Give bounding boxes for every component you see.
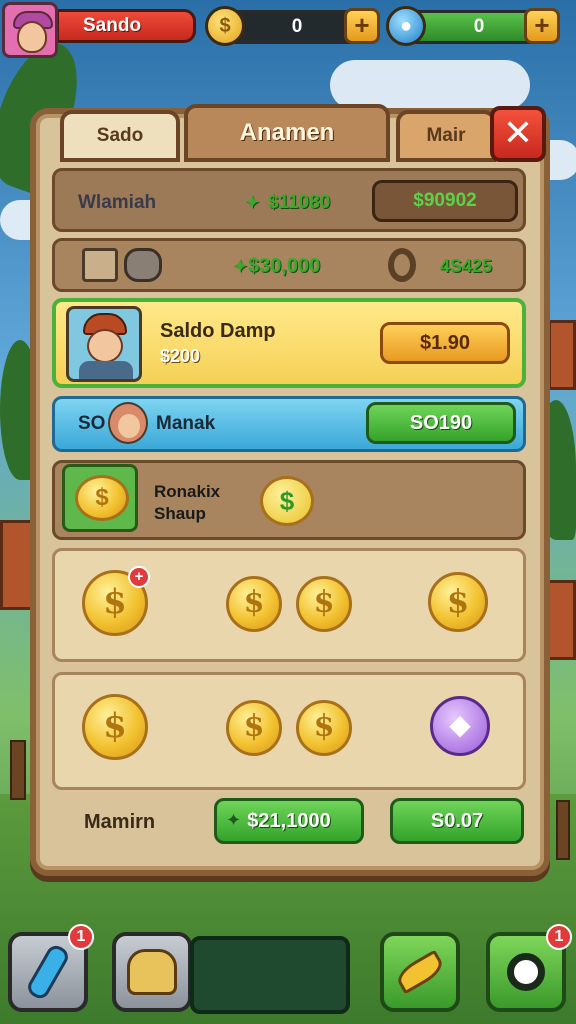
tab-left[interactable]: Sado: [60, 110, 180, 162]
empty-slot[interactable]: [190, 936, 350, 1014]
notification-badge: 1: [546, 924, 572, 950]
coin-icon[interactable]: $: [428, 572, 488, 632]
row2-right-value: 4S425: [440, 256, 493, 276]
coin-icon: $: [75, 475, 129, 521]
footer-button-2[interactable]: S0.07: [390, 798, 524, 844]
coin-icon[interactable]: $: [296, 700, 352, 756]
green-coin-icon: $: [260, 476, 314, 526]
bird-icon: [393, 949, 447, 995]
bag-icon: [127, 949, 177, 995]
coin-icon: $: [205, 6, 245, 46]
add-gems-button[interactable]: +: [524, 8, 560, 44]
notification-badge: 1: [68, 924, 94, 950]
tab-center[interactable]: Anamen: [184, 104, 390, 162]
row2-value: $30,000: [248, 255, 321, 277]
avatar-face: [87, 329, 123, 363]
tab-right[interactable]: Mair: [396, 110, 496, 162]
shopkeeper-avatar: [66, 306, 142, 382]
sparkle-icon: ✦: [244, 192, 261, 214]
row5-line1: Ronakix: [154, 482, 221, 501]
row1-button[interactable]: $90902: [372, 180, 518, 222]
top-hud: Sando 0 $ + 0 ● +: [0, 0, 576, 58]
row3-buy-button[interactable]: $1.90: [380, 322, 510, 364]
drop-icon: ●: [386, 6, 426, 46]
coin-icon[interactable]: $: [296, 576, 352, 632]
coin-icon[interactable]: $: [226, 576, 282, 632]
sparkle-icon: ✦: [226, 810, 242, 830]
fence: [556, 800, 570, 860]
crystal-orb-icon[interactable]: ◆: [430, 696, 490, 756]
fence: [10, 740, 26, 800]
feather-icon: [24, 942, 72, 1002]
search-icon: [507, 953, 545, 991]
book-icon: [82, 248, 118, 282]
row3-title: Saldo Damp: [160, 320, 276, 342]
merchant-avatar: [108, 402, 148, 444]
coin-icon[interactable]: $: [82, 694, 148, 760]
row4-name: Manak: [156, 413, 216, 434]
player-avatar[interactable]: [2, 2, 58, 58]
map-button[interactable]: [380, 932, 460, 1012]
plus-badge-icon: +: [128, 566, 150, 588]
row4-prefix: SO: [78, 413, 106, 434]
row5-line2: Shaup: [154, 504, 206, 523]
avatar-face: [17, 21, 47, 53]
hut-roof: [548, 320, 576, 390]
row3-subtitle: $200: [160, 346, 201, 366]
row4-button[interactable]: SO190: [366, 402, 516, 444]
hut-roof: [546, 580, 576, 660]
bag-button[interactable]: [112, 932, 192, 1012]
avatar-body: [79, 361, 133, 379]
row1-label: Wlamiah: [78, 192, 157, 213]
cloud: [330, 60, 530, 110]
coin-icon[interactable]: $: [226, 700, 282, 756]
row1-value: $11080: [268, 192, 331, 213]
ring-icon: [388, 248, 416, 282]
sparkle-icon: ✦: [232, 256, 249, 278]
add-coins-button[interactable]: +: [344, 8, 380, 44]
player-name: Sando: [56, 9, 196, 43]
coin-stack-icon: $: [62, 464, 138, 532]
close-button[interactable]: ✕: [490, 106, 546, 162]
footer-label: Mamirn: [84, 811, 156, 833]
avatar-face: [118, 414, 140, 438]
bag-icon: [124, 248, 162, 282]
